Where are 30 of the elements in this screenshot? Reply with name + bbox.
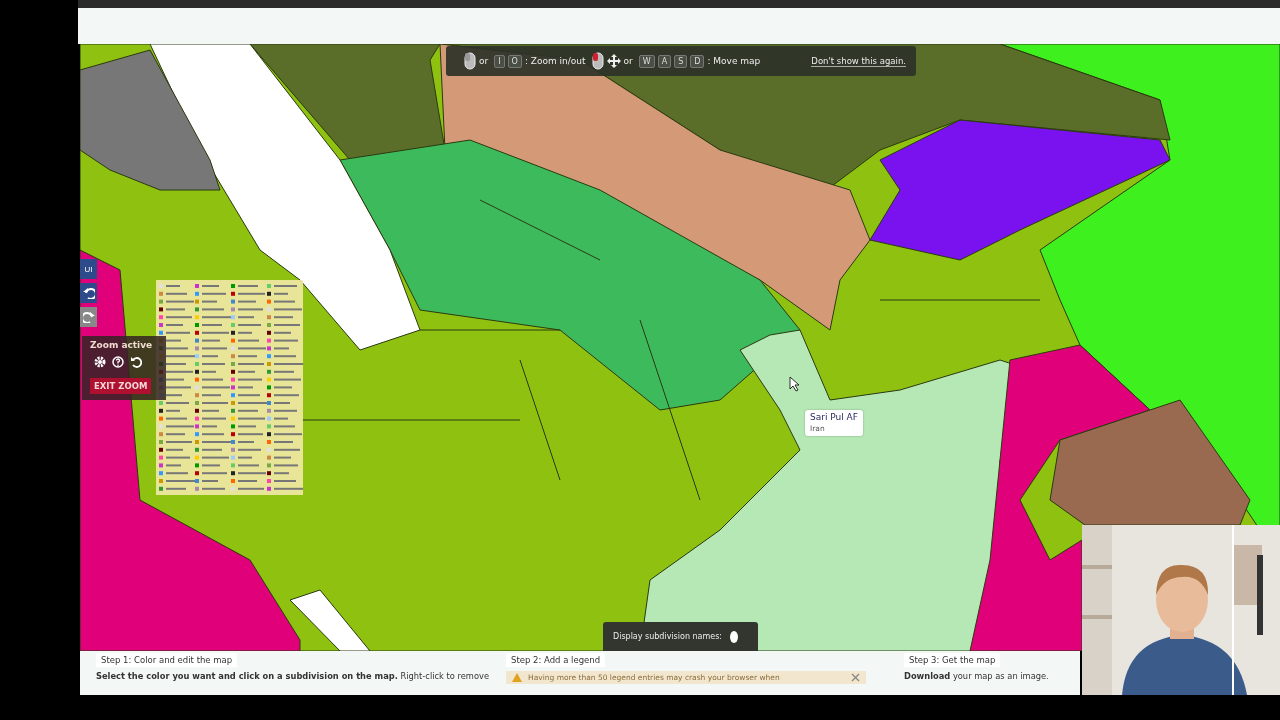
hint-text: : Zoom in/out: [524, 56, 586, 66]
warning-icon: [512, 673, 522, 682]
hint-text: or: [479, 56, 489, 66]
hint-text: : Move map: [707, 56, 761, 66]
dismiss-link[interactable]: Don't show this again.: [811, 55, 906, 67]
step-tab[interactable]: Step 1: Color and edit the map: [96, 653, 238, 667]
reset-icon[interactable]: [130, 356, 142, 368]
settings-icon[interactable]: [94, 356, 106, 368]
instruction-text: Download your map as an image.: [904, 671, 1050, 681]
toggle-label: Display subdivision names:: [613, 632, 723, 641]
region-name: Sari Pul AF: [810, 412, 858, 422]
exit-zoom-button[interactable]: EXIT ZOOM: [90, 378, 152, 394]
keyboard-key: S: [674, 54, 688, 68]
zoom-title: Zoom active: [90, 340, 154, 350]
keyboard-key: W: [638, 54, 655, 68]
toggle-switch[interactable]: [730, 630, 738, 643]
help-icon[interactable]: [112, 356, 124, 368]
move-arrows-icon: [606, 54, 621, 68]
step-tab[interactable]: Step 3: Get the map: [904, 653, 1001, 667]
cursor-icon: [789, 376, 800, 392]
hint-text: or: [623, 56, 633, 66]
step-tab[interactable]: Step 2: Add a legend: [506, 653, 606, 667]
undo-button[interactable]: [80, 283, 97, 303]
keyboard-key: A: [657, 54, 672, 68]
ui-toggle-button[interactable]: UI: [80, 259, 97, 279]
keyboard-key: O: [507, 54, 522, 68]
close-icon[interactable]: [851, 673, 860, 682]
instruction-text: Select the color you want and click on a subdivision on the map. Right-click to remove: [96, 671, 489, 681]
keyboard-key: D: [690, 54, 705, 68]
keyboard-key: I: [494, 54, 505, 68]
